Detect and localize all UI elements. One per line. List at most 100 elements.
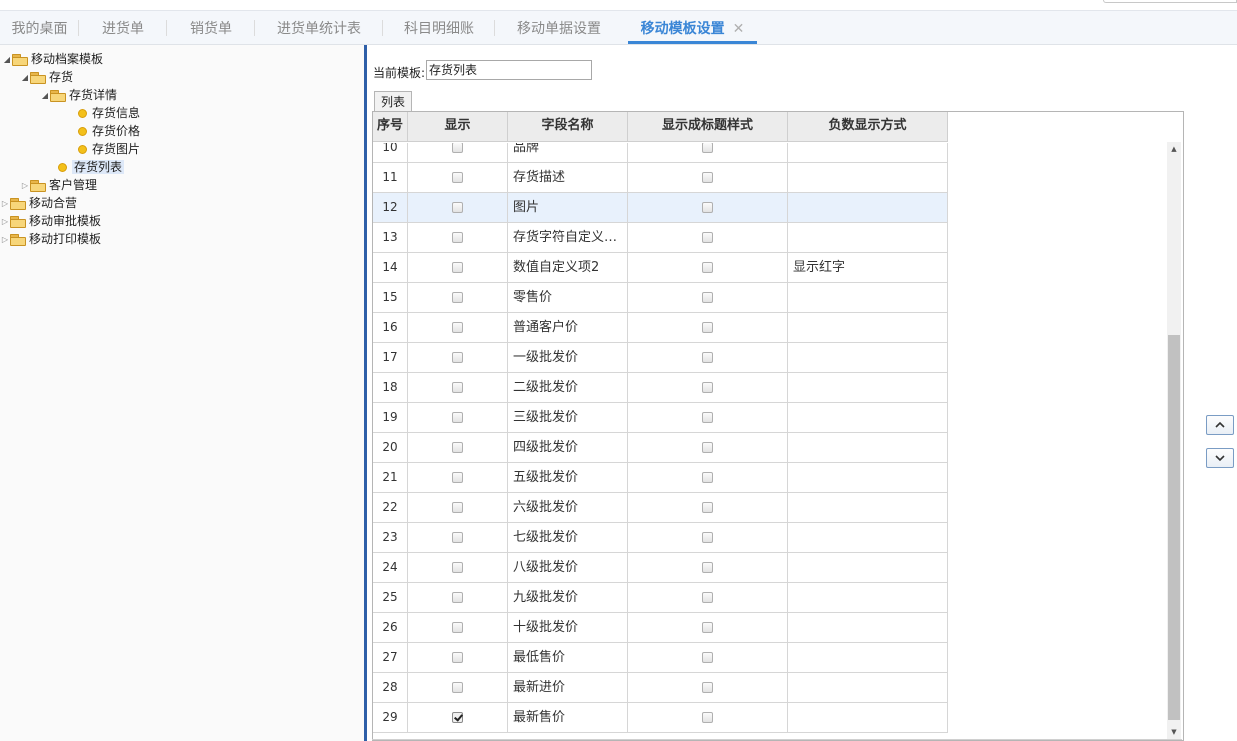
title-style-checkbox[interactable] [701, 201, 713, 213]
tab-sales-order[interactable]: 销货单 [167, 11, 255, 44]
current-template-field[interactable]: 存货列表 [426, 60, 592, 80]
title-style-checkbox[interactable] [701, 681, 713, 693]
show-checkbox[interactable] [451, 321, 463, 333]
title-style-checkbox[interactable] [701, 501, 713, 513]
scroll-down-icon[interactable]: ▼ [1167, 725, 1181, 739]
title-style-checkbox[interactable] [701, 471, 713, 483]
title-style-checkbox[interactable] [701, 531, 713, 543]
negative-display-cell[interactable] [788, 703, 948, 733]
title-style-checkbox[interactable] [701, 561, 713, 573]
title-style-checkbox[interactable] [701, 411, 713, 423]
negative-display-cell[interactable] [788, 643, 948, 673]
negative-display-cell[interactable] [788, 223, 948, 253]
tree-node-inventory-detail[interactable]: ◢ 存货详情 [40, 86, 117, 104]
tree-node-inventory[interactable]: ◢ 存货 [20, 68, 73, 86]
title-style-checkbox[interactable] [701, 351, 713, 363]
title-style-checkbox[interactable] [701, 591, 713, 603]
table-row[interactable]: 15 零售价 [373, 283, 948, 313]
negative-display-cell[interactable] [788, 553, 948, 583]
show-checkbox[interactable] [451, 651, 463, 663]
column-header-index[interactable]: 序号 [373, 112, 408, 142]
show-checkbox[interactable] [451, 561, 463, 573]
negative-display-cell[interactable] [788, 373, 948, 403]
negative-display-cell[interactable] [788, 283, 948, 313]
negative-display-cell[interactable] [788, 463, 948, 493]
tree-node-inventory-info[interactable]: 存货信息 [78, 104, 140, 122]
show-checkbox[interactable] [451, 501, 463, 513]
show-checkbox[interactable] [451, 411, 463, 423]
tab-purchase-stats[interactable]: 进货单统计表 [255, 11, 383, 44]
vertical-scrollbar[interactable]: ▲ ▼ [1167, 142, 1181, 739]
title-style-checkbox[interactable] [701, 381, 713, 393]
show-checkbox[interactable] [451, 171, 463, 183]
tree-node-customer-management[interactable]: ▷ 客户管理 [20, 176, 97, 194]
table-row[interactable]: 29 最新售价 [373, 703, 948, 733]
title-style-checkbox[interactable] [701, 651, 713, 663]
show-checkbox[interactable] [451, 261, 463, 273]
negative-display-cell[interactable] [788, 433, 948, 463]
negative-display-cell[interactable] [788, 523, 948, 553]
close-icon[interactable]: ✕ [733, 21, 745, 37]
show-checkbox[interactable] [451, 381, 463, 393]
table-row[interactable]: 11 存货描述 [373, 163, 948, 193]
show-checkbox[interactable] [451, 531, 463, 543]
table-row[interactable]: 26 十级批发价 [373, 613, 948, 643]
table-row[interactable]: 23 七级批发价 [373, 523, 948, 553]
negative-display-cell[interactable] [788, 163, 948, 193]
title-style-checkbox[interactable] [701, 441, 713, 453]
title-style-checkbox[interactable] [701, 231, 713, 243]
tree-node-mobile-archive-template[interactable]: ◢ 移动档案模板 [2, 50, 103, 68]
negative-display-cell[interactable] [788, 583, 948, 613]
move-down-button[interactable] [1206, 448, 1234, 468]
tab-account-detail[interactable]: 科目明细账 [383, 11, 495, 44]
table-row[interactable]: 14 数值自定义项2 显示红字 [373, 253, 948, 283]
show-checkbox[interactable] [451, 681, 463, 693]
title-style-checkbox[interactable] [701, 711, 713, 723]
column-header-show[interactable]: 显示 [408, 112, 508, 142]
table-row[interactable]: 22 六级批发价 [373, 493, 948, 523]
show-checkbox[interactable] [451, 351, 463, 363]
table-row[interactable]: 16 普通客户价 [373, 313, 948, 343]
title-style-checkbox[interactable] [701, 143, 713, 153]
tree-node-inventory-list[interactable]: 存货列表 [58, 158, 125, 176]
title-style-checkbox[interactable] [701, 321, 713, 333]
column-header-title-style[interactable]: 显示成标题样式 [628, 112, 788, 142]
negative-display-cell[interactable] [788, 313, 948, 343]
table-row[interactable]: 12 图片 [373, 193, 948, 223]
title-style-checkbox[interactable] [701, 171, 713, 183]
table-row[interactable]: 24 八级批发价 [373, 553, 948, 583]
show-checkbox[interactable] [451, 711, 463, 723]
table-row[interactable]: 17 一级批发价 [373, 343, 948, 373]
collapsed-triangle-icon[interactable]: ▷ [0, 231, 10, 249]
show-checkbox[interactable] [451, 143, 463, 153]
expanded-triangle-icon[interactable]: ◢ [20, 69, 30, 87]
scroll-up-icon[interactable]: ▲ [1167, 142, 1181, 156]
table-row[interactable]: 27 最低售价 [373, 643, 948, 673]
show-checkbox[interactable] [451, 441, 463, 453]
column-header-negative-display[interactable]: 负数显示方式 [788, 112, 948, 142]
tab-list[interactable]: 列表 [374, 91, 412, 112]
tree-node-inventory-image[interactable]: 存货图片 [78, 140, 140, 158]
tab-mobile-template-settings[interactable]: 移动模板设置 ✕ [628, 11, 757, 44]
show-checkbox[interactable] [451, 471, 463, 483]
scrollbar-thumb[interactable] [1168, 335, 1180, 720]
table-row[interactable]: 10 品牌 [373, 143, 948, 163]
negative-display-cell[interactable] [788, 143, 948, 163]
expanded-triangle-icon[interactable]: ◢ [2, 51, 12, 69]
tab-mobile-document-settings[interactable]: 移动单据设置 [495, 11, 623, 44]
show-checkbox[interactable] [451, 201, 463, 213]
table-row[interactable]: 21 五级批发价 [373, 463, 948, 493]
tab-purchase-order[interactable]: 进货单 [79, 11, 167, 44]
tree-node-mobile-approval-template[interactable]: ▷ 移动审批模板 [0, 212, 101, 230]
negative-display-cell[interactable] [788, 403, 948, 433]
column-header-field-name[interactable]: 字段名称 [508, 112, 628, 142]
expanded-triangle-icon[interactable]: ◢ [40, 87, 50, 105]
negative-display-cell[interactable] [788, 193, 948, 223]
title-style-checkbox[interactable] [701, 621, 713, 633]
collapsed-triangle-icon[interactable]: ▷ [0, 195, 10, 213]
tree-node-inventory-price[interactable]: 存货价格 [78, 122, 140, 140]
table-row[interactable]: 28 最新进价 [373, 673, 948, 703]
show-checkbox[interactable] [451, 621, 463, 633]
collapsed-triangle-icon[interactable]: ▷ [20, 177, 30, 195]
negative-display-cell[interactable] [788, 493, 948, 523]
